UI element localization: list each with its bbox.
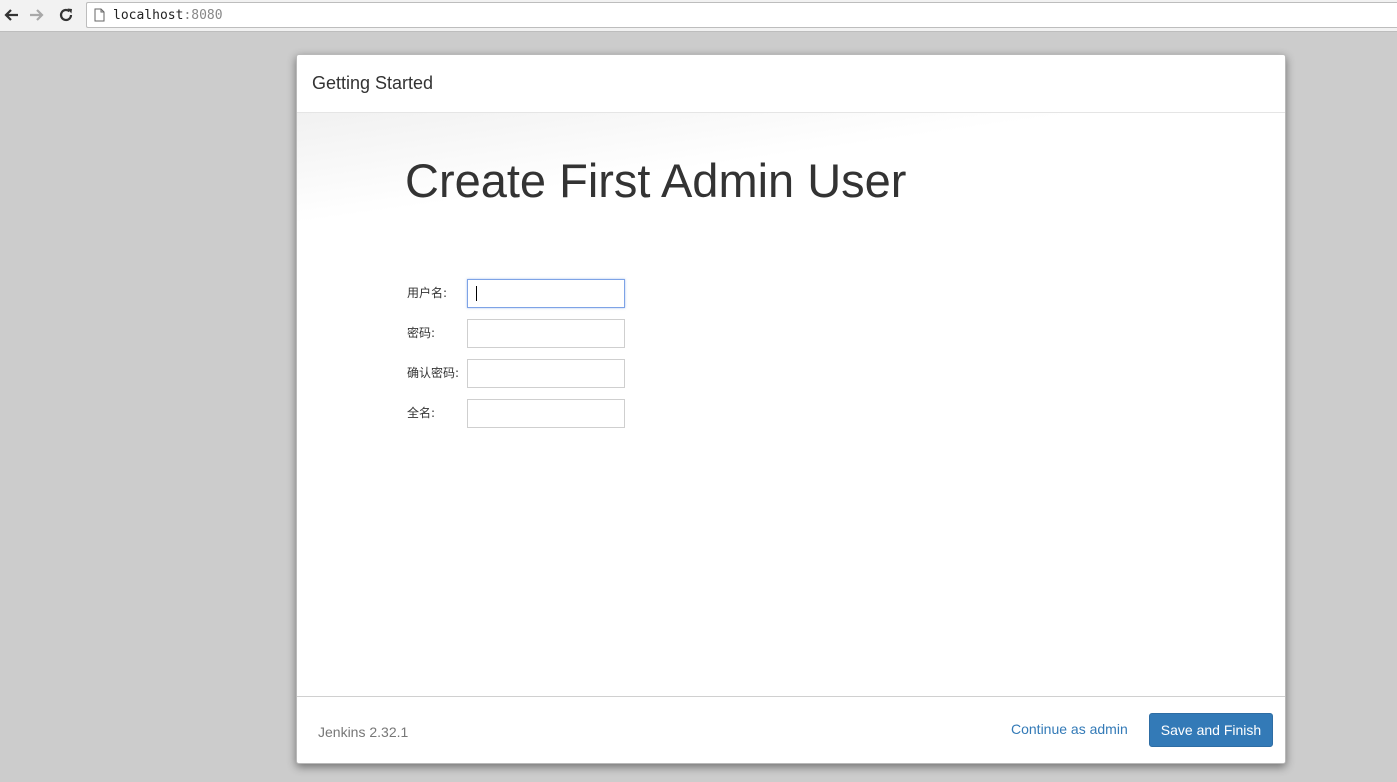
reload-icon	[59, 8, 73, 22]
reload-button[interactable]	[55, 4, 77, 26]
forward-button[interactable]	[26, 4, 48, 26]
dialog-title: Getting Started	[312, 73, 434, 93]
password-input[interactable]	[467, 319, 625, 348]
dialog-footer: Jenkins 2.32.1 Continue as admin Save an…	[297, 696, 1285, 763]
page-title: Create First Admin User	[405, 154, 907, 207]
username-input[interactable]	[467, 279, 625, 308]
confirm-password-row: 确认密码:	[407, 359, 647, 389]
dialog-header: Getting Started	[297, 55, 1285, 113]
fullname-label: 全名:	[407, 406, 436, 420]
password-label: 密码:	[407, 326, 436, 340]
fullname-input[interactable]	[467, 399, 625, 428]
url-host: localhost	[113, 7, 184, 23]
version-label: Jenkins 2.32.1	[318, 724, 409, 740]
password-row: 密码:	[407, 319, 647, 349]
confirm-password-input[interactable]	[467, 359, 625, 388]
username-row: 用户名:	[407, 279, 647, 309]
url-text: localhost:8080	[113, 8, 223, 23]
setup-wizard-dialog: Getting Started Create First Admin User …	[296, 54, 1286, 764]
fullname-row: 全名:	[407, 399, 647, 429]
arrow-left-icon	[4, 9, 18, 21]
page-icon	[94, 8, 106, 22]
username-label: 用户名:	[407, 286, 448, 300]
continue-as-admin-link[interactable]: Continue as admin	[1011, 721, 1128, 737]
text-caret	[476, 286, 477, 301]
url-port: :8080	[183, 7, 223, 23]
browser-toolbar: localhost:8080	[0, 0, 1397, 32]
dialog-body: Create First Admin User 用户名: 密码: 确认密码: 全…	[297, 113, 1285, 696]
save-and-finish-button[interactable]: Save and Finish	[1149, 713, 1273, 747]
confirm-password-label: 确认密码:	[407, 366, 460, 380]
arrow-right-icon	[30, 9, 44, 21]
back-button[interactable]	[0, 4, 22, 26]
address-bar[interactable]: localhost:8080	[86, 2, 1397, 28]
